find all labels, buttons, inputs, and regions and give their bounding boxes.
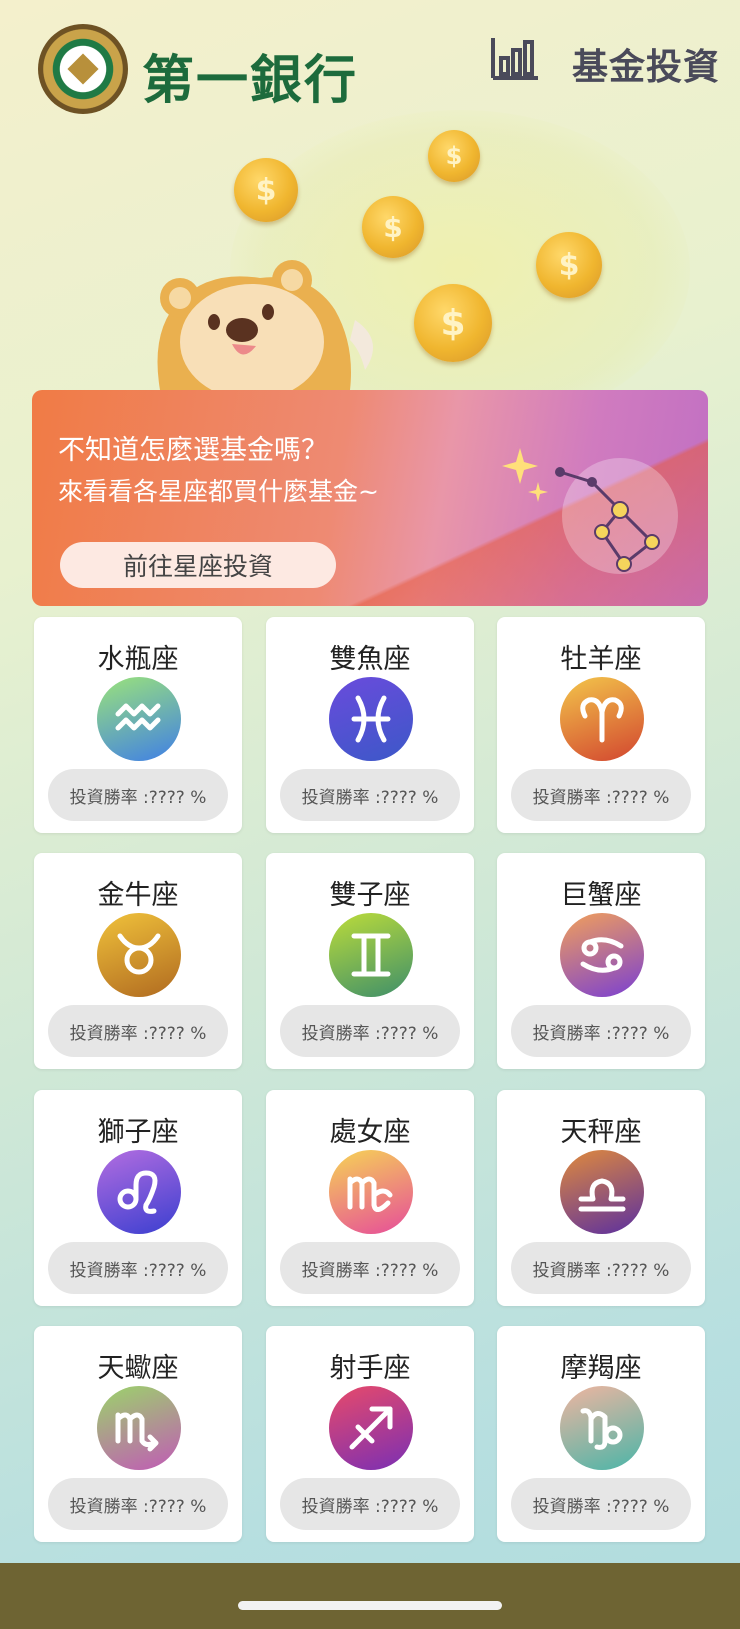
zodiac-card[interactable]: 射手座投資勝率 :???? % [266,1326,474,1542]
win-rate-badge: 投資勝率 :???? % [511,769,691,821]
win-rate-badge: 投資勝率 :???? % [511,1242,691,1294]
pisces-icon [329,677,413,761]
go-to-constellation-button[interactable]: 前往星座投資 [60,542,336,588]
zodiac-name: 巨蟹座 [560,880,642,911]
home-indicator[interactable] [238,1601,502,1610]
zodiac-name: 水瓶座 [97,644,179,675]
banner-subtitle: 來看看各星座都買什麼基金~ [58,477,379,506]
aquarius-icon [97,677,181,761]
zodiac-name: 牡羊座 [560,644,642,675]
coin-icon: $ [362,196,424,258]
coin-icon: $ [414,284,492,362]
taurus-icon [97,913,181,997]
bottom-bar [0,1563,740,1629]
coin-icon: $ [234,158,298,222]
win-rate-badge: 投資勝率 :???? % [280,1242,460,1294]
zodiac-card[interactable]: 處女座投資勝率 :???? % [266,1090,474,1306]
cancer-icon [560,913,644,997]
zodiac-name: 摩羯座 [560,1353,642,1384]
aries-icon [560,677,644,761]
win-rate-badge: 投資勝率 :???? % [48,1005,228,1057]
zodiac-name: 射手座 [329,1353,411,1384]
zodiac-card[interactable]: 雙魚座投資勝率 :???? % [266,617,474,833]
zodiac-name: 天秤座 [560,1117,642,1148]
zodiac-name: 處女座 [329,1117,411,1148]
zodiac-card[interactable]: 摩羯座投資勝率 :???? % [497,1326,705,1542]
win-rate-badge: 投資勝率 :???? % [511,1478,691,1530]
win-rate-badge: 投資勝率 :???? % [48,1478,228,1530]
gemini-icon [329,913,413,997]
zodiac-name: 雙子座 [329,880,411,911]
lion-mascot-icon [157,260,373,390]
zodiac-name: 天蠍座 [97,1353,179,1384]
zodiac-card[interactable]: 水瓶座投資勝率 :???? % [34,617,242,833]
sagittarius-icon [329,1386,413,1470]
banner-question: 不知道怎麼選基金嗎？ [58,435,328,466]
app-header: 第一銀行 基金投資 [0,0,740,130]
win-rate-badge: 投資勝率 :???? % [280,769,460,821]
page-title: 基金投資 [572,47,721,88]
leo-icon [97,1150,181,1234]
bar-chart-icon[interactable] [490,36,540,80]
constellation-promo-banner[interactable]: 不知道怎麼選基金嗎？ 來看看各星座都買什麼基金~ 前往星座投資 [32,390,708,606]
coin-icon: $ [428,130,480,182]
zodiac-card[interactable]: 雙子座投資勝率 :???? % [266,853,474,1069]
zodiac-card[interactable]: 天秤座投資勝率 :???? % [497,1090,705,1306]
capricorn-icon [560,1386,644,1470]
win-rate-badge: 投資勝率 :???? % [280,1478,460,1530]
bank-name: 第一銀行 [142,51,359,111]
zodiac-name: 獅子座 [97,1117,179,1148]
zodiac-name: 金牛座 [97,880,179,911]
scorpio-icon [97,1386,181,1470]
libra-icon [560,1150,644,1234]
zodiac-card[interactable]: 牡羊座投資勝率 :???? % [497,617,705,833]
virgo-icon [329,1150,413,1234]
zodiac-card[interactable]: 金牛座投資勝率 :???? % [34,853,242,1069]
zodiac-name: 雙魚座 [329,644,411,675]
win-rate-badge: 投資勝率 :???? % [511,1005,691,1057]
zodiac-card[interactable]: 巨蟹座投資勝率 :???? % [497,853,705,1069]
constellation-icon [502,448,678,574]
zodiac-card[interactable]: 天蠍座投資勝率 :???? % [34,1326,242,1542]
win-rate-badge: 投資勝率 :???? % [48,1242,228,1294]
coin-icon: $ [536,232,602,298]
win-rate-badge: 投資勝率 :???? % [48,769,228,821]
win-rate-badge: 投資勝率 :???? % [280,1005,460,1057]
zodiac-card[interactable]: 獅子座投資勝率 :???? % [34,1090,242,1306]
first-bank-logo-icon [38,24,128,114]
